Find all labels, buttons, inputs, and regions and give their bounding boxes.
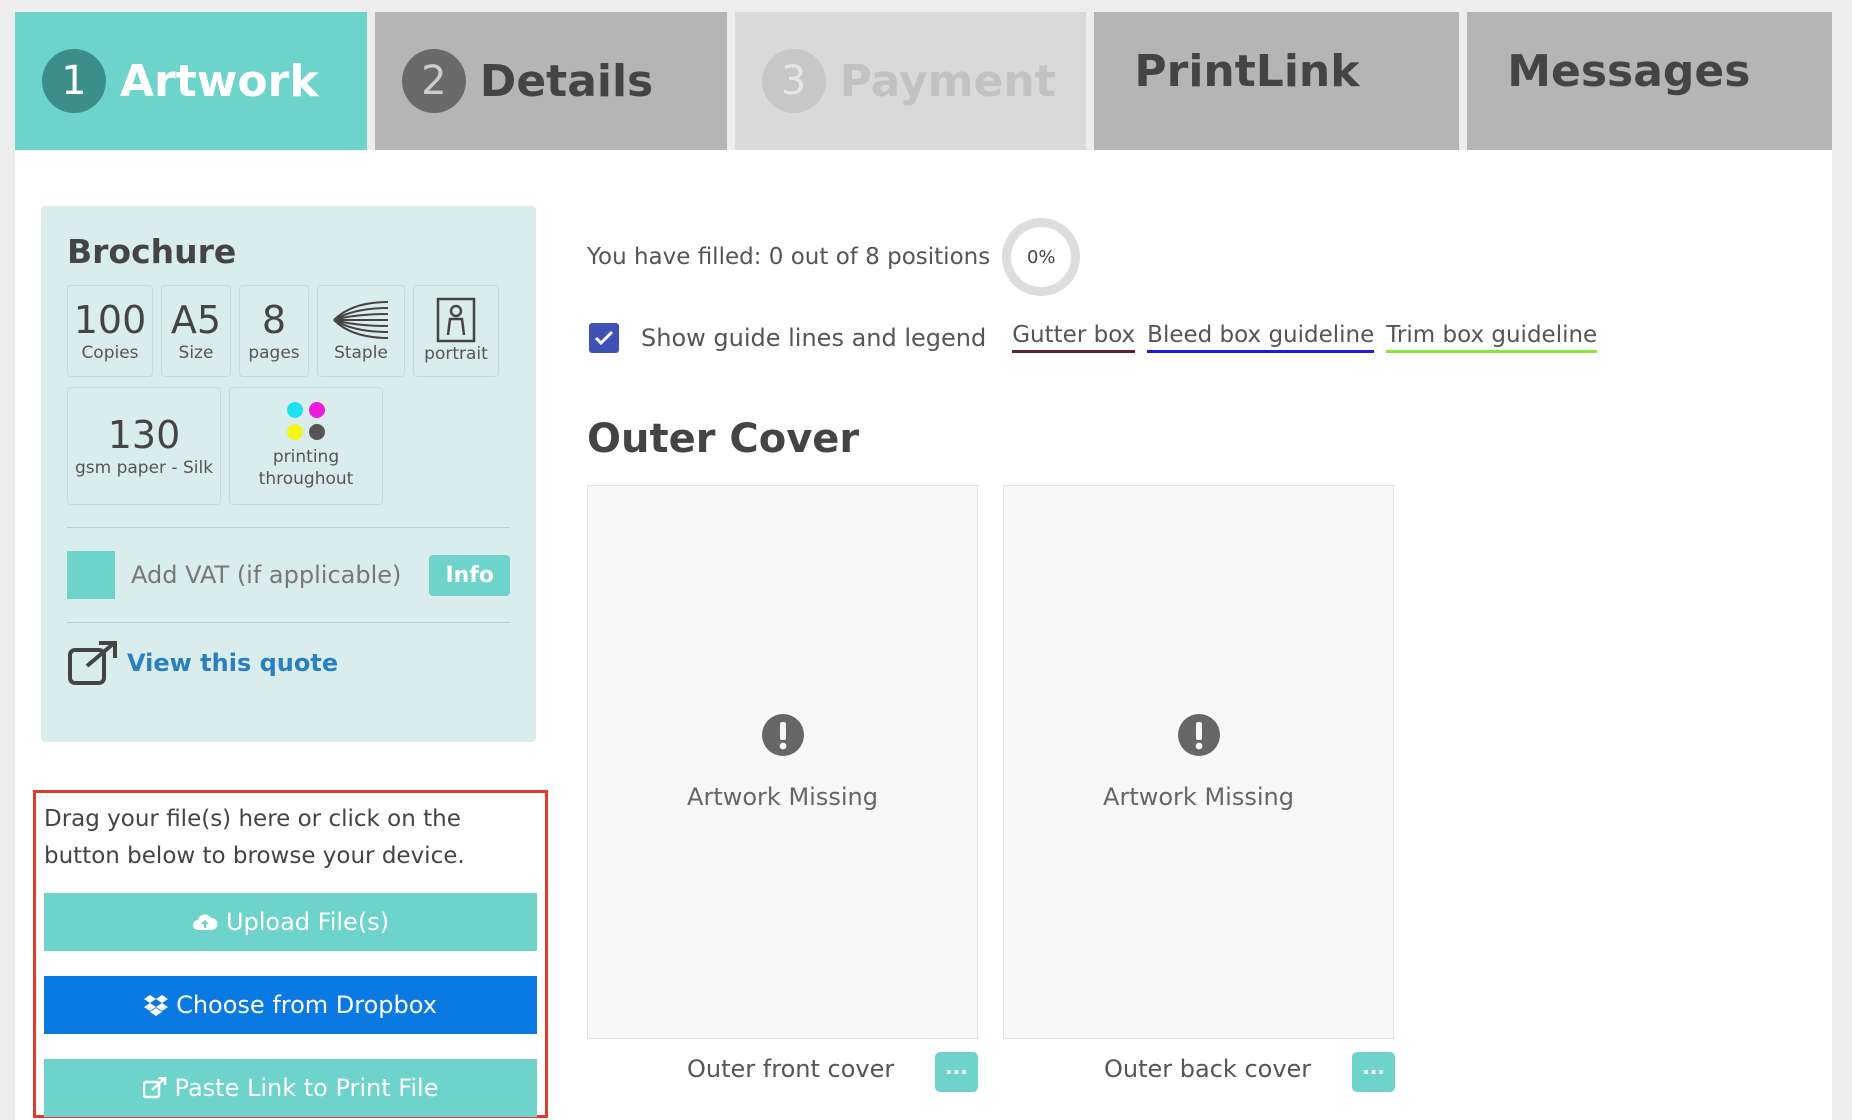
progress-percent: 0% bbox=[1026, 246, 1056, 268]
spec-label: portrait bbox=[424, 344, 488, 364]
spec-label: gsm paper - Silk bbox=[74, 458, 214, 478]
tab-messages[interactable]: Messages bbox=[1467, 12, 1832, 150]
tab-printlink[interactable]: PrintLink bbox=[1094, 12, 1460, 150]
cmyk-icon bbox=[287, 402, 325, 440]
step-number: 3 bbox=[761, 49, 826, 113]
cmyk-dot-black bbox=[309, 424, 325, 440]
spec-label: pages bbox=[248, 343, 300, 363]
spec-printing: printing throughout bbox=[229, 387, 383, 505]
view-quote-row[interactable]: View this quote bbox=[67, 623, 510, 703]
fill-progress: You have filled: 0 out of 8 positions 0% bbox=[587, 218, 1081, 296]
upload-dropzone[interactable]: Drag your file(s) here or click on the b… bbox=[33, 790, 548, 1118]
show-guides-checkbox[interactable] bbox=[589, 322, 619, 353]
staple-icon bbox=[333, 301, 389, 339]
spec-row: 100 Copies A5 Size 8 pages Staple portra… bbox=[67, 285, 510, 377]
button-label: Choose from Dropbox bbox=[176, 991, 437, 1019]
step-tabs: 1 Artwork 2 Details 3 Payment PrintLink … bbox=[15, 12, 1832, 150]
section-title: Outer Cover bbox=[587, 416, 860, 462]
tab-artwork[interactable]: 1 Artwork bbox=[15, 12, 367, 150]
spec-label: printing throughout bbox=[258, 447, 354, 489]
info-button[interactable]: Info bbox=[429, 554, 510, 596]
page-caption-front: Outer front cover bbox=[687, 1055, 895, 1083]
step-number: 1 bbox=[42, 49, 106, 113]
page-caption-back: Outer back cover bbox=[1104, 1055, 1312, 1083]
legend-bleed-box: Bleed box guideline bbox=[1147, 322, 1375, 353]
page-slot-back[interactable]: Artwork Missing bbox=[1003, 485, 1394, 1039]
spec-value: 8 bbox=[261, 298, 287, 342]
step-number: 2 bbox=[401, 49, 466, 113]
page-options-button-front[interactable]: ··· bbox=[935, 1052, 978, 1092]
external-link-icon bbox=[68, 641, 117, 685]
progress-ring: 0% bbox=[1002, 218, 1081, 296]
legend-trim-box: Trim box guideline bbox=[1386, 322, 1598, 353]
vat-checkbox[interactable] bbox=[67, 551, 115, 599]
view-quote-link[interactable]: View this quote bbox=[127, 649, 338, 677]
vat-label: Add VAT (if applicable) bbox=[131, 561, 402, 589]
spec-copies: 100 Copies bbox=[67, 285, 153, 377]
spec-row: 130 gsm paper - Silk printing throughout bbox=[67, 387, 510, 505]
spec-label: Size bbox=[178, 343, 214, 363]
upload-instructions: Drag your file(s) here or click on the b… bbox=[44, 806, 465, 869]
portrait-icon bbox=[436, 297, 476, 343]
dropbox-icon bbox=[144, 995, 169, 1016]
spec-value: A5 bbox=[170, 298, 222, 342]
vat-row: Add VAT (if applicable) Info bbox=[67, 528, 510, 622]
tab-label: Payment bbox=[839, 55, 1056, 107]
show-guides-label: Show guide lines and legend bbox=[641, 323, 987, 352]
cmyk-dot-cyan bbox=[287, 402, 303, 418]
spec-pages: 8 pages bbox=[239, 285, 309, 377]
product-title: Brochure bbox=[67, 232, 237, 271]
button-label: Upload File(s) bbox=[225, 908, 390, 936]
main-content: Brochure 100 Copies A5 Size 8 pages Stap… bbox=[15, 150, 1832, 1120]
button-label: Paste Link to Print File bbox=[174, 1074, 439, 1102]
paste-link-button[interactable]: Paste Link to Print File bbox=[44, 1059, 537, 1117]
page-slot-front[interactable]: Artwork Missing bbox=[587, 485, 978, 1039]
spec-paper: 130 gsm paper - Silk bbox=[67, 387, 221, 505]
spec-binding: Staple bbox=[317, 285, 405, 377]
spec-value: 130 bbox=[107, 413, 181, 457]
dropbox-button[interactable]: Choose from Dropbox bbox=[44, 976, 537, 1034]
artwork-status: Artwork Missing bbox=[687, 783, 878, 811]
tab-label: Artwork bbox=[120, 55, 319, 107]
spec-size: A5 Size bbox=[161, 285, 231, 377]
quote-summary-panel: Brochure 100 Copies A5 Size 8 pages Stap… bbox=[41, 206, 536, 742]
external-link-icon bbox=[142, 1077, 166, 1099]
alert-icon bbox=[1177, 714, 1220, 756]
cmyk-dot-yellow bbox=[287, 424, 303, 440]
tab-label: PrintLink bbox=[1134, 46, 1360, 97]
artwork-status: Artwork Missing bbox=[1103, 783, 1294, 811]
tab-payment[interactable]: 3 Payment bbox=[734, 12, 1087, 150]
fill-progress-text: You have filled: 0 out of 8 positions bbox=[587, 244, 991, 270]
spec-label: Copies bbox=[81, 343, 139, 363]
cmyk-dot-magenta bbox=[309, 402, 325, 418]
spec-value: 100 bbox=[73, 298, 147, 342]
tab-details[interactable]: 2 Details bbox=[374, 12, 727, 150]
spec-orientation: portrait bbox=[413, 285, 499, 377]
tab-label: Details bbox=[479, 55, 654, 107]
checkmark-icon bbox=[594, 330, 614, 345]
upload-files-button[interactable]: Upload File(s) bbox=[44, 893, 537, 951]
legend-gutter-box: Gutter box bbox=[1012, 322, 1136, 353]
cloud-upload-icon bbox=[192, 914, 218, 930]
page-options-button-back[interactable]: ··· bbox=[1352, 1052, 1395, 1092]
alert-icon bbox=[761, 714, 804, 756]
guides-row: Show guide lines and legend Gutter box B… bbox=[589, 322, 1609, 353]
tab-label: Messages bbox=[1507, 46, 1751, 97]
spec-label: Staple bbox=[334, 343, 388, 363]
